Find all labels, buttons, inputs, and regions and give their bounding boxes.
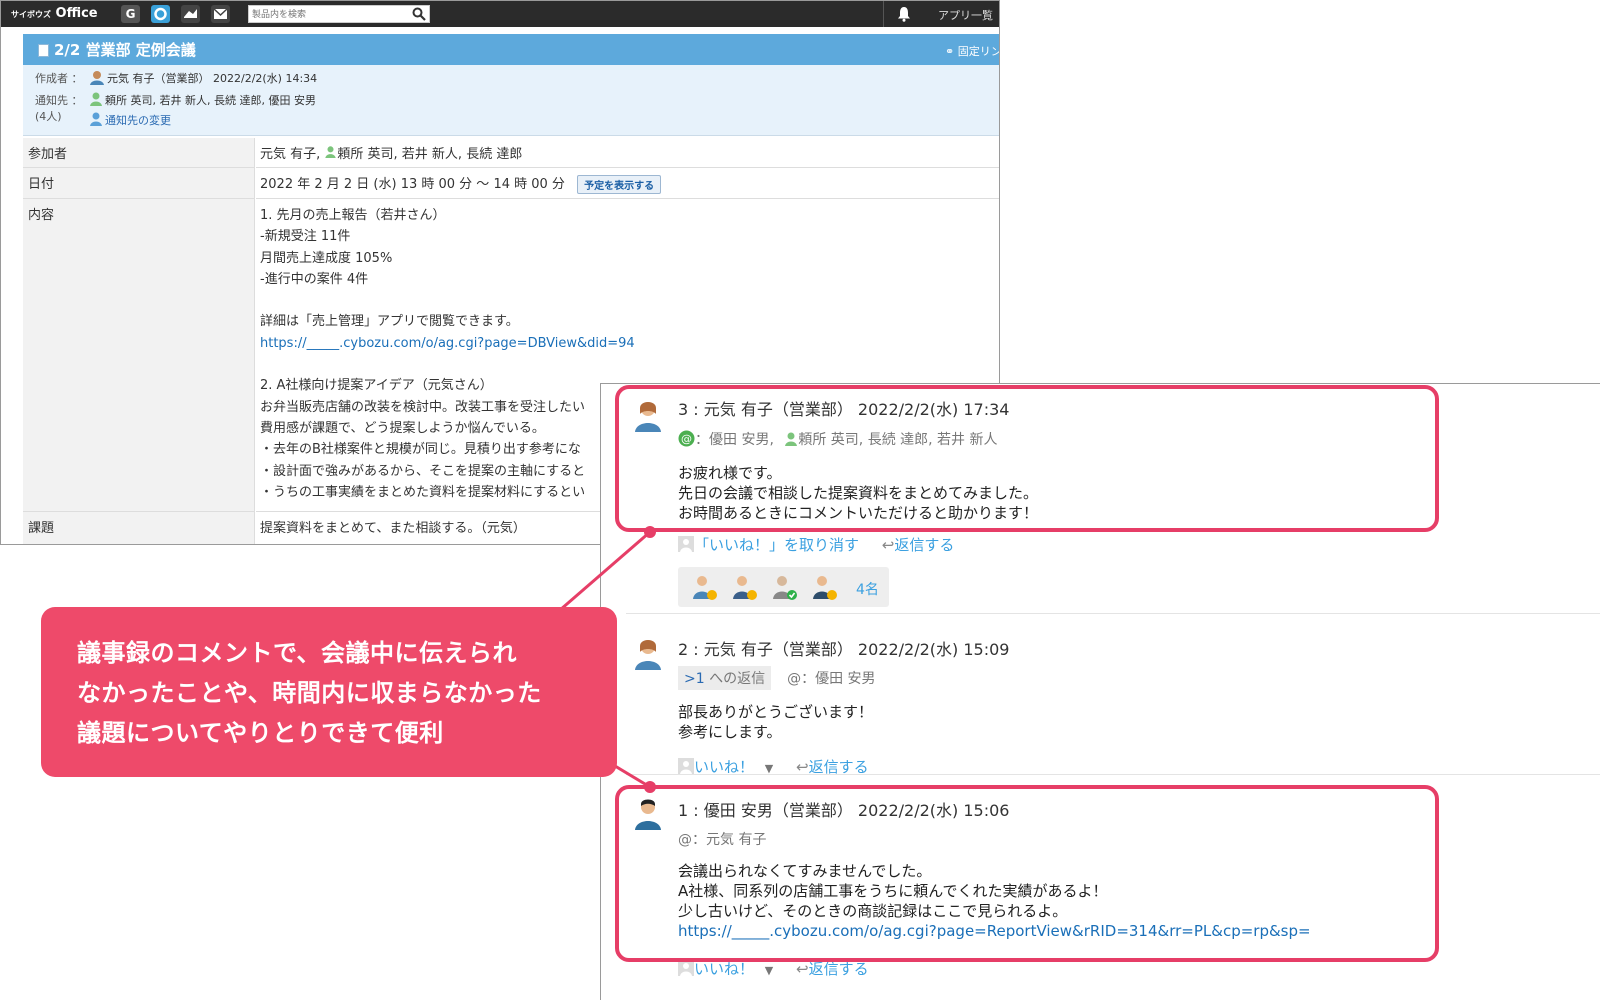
content-line: 1. 先月の売上報告（若井さん）: [260, 208, 446, 223]
fixed-link-label: 固定リンク: [957, 45, 999, 58]
user-avatar-icon: [90, 71, 104, 85]
product-search-box: [248, 5, 430, 23]
reply-icon: ↩: [796, 960, 809, 978]
liker-avatar-icon[interactable]: [810, 573, 838, 601]
author-label: 作成者 ：: [35, 72, 83, 85]
report-meta: 作成者 ： 元気 有子（営業部） 2022/2/2(水) 14:34 通知先 ：…: [23, 65, 999, 136]
comment-reply-meta: >1 への返信 @：優田 安男: [678, 666, 876, 690]
chevron-down-icon[interactable]: ▼: [765, 964, 773, 977]
participants-label: 参加者: [23, 138, 255, 168]
date-label: 日付: [23, 168, 255, 199]
user-icon: [325, 146, 337, 158]
topbar-divider: [883, 1, 884, 27]
comment-line: 参考にします。: [678, 723, 782, 741]
likers-list: 4名: [678, 567, 889, 607]
mail-icon[interactable]: [211, 5, 230, 23]
comment-separator: [626, 613, 1600, 614]
user-icon: [90, 112, 102, 126]
report-title-bar: 2/2 営業部 定例会議 ⚭ 固定リンク: [23, 34, 999, 65]
notify-count: (4人): [35, 110, 62, 123]
fixed-link[interactable]: ⚭ 固定リンク: [945, 43, 999, 59]
liker-avatar-icon[interactable]: [730, 573, 758, 601]
sales-app-link[interactable]: https://_____.cybozu.com/o/ag.cgi?page=D…: [260, 333, 997, 354]
unlike-button[interactable]: 「いいね！」を取り消す: [694, 536, 859, 554]
notify-value[interactable]: 頼所 英司, 若井 新人, 長続 達郎, 優田 安男: [105, 92, 316, 108]
highlight-comment-3: [615, 385, 1439, 532]
reply-to-label: への返信: [709, 671, 766, 687]
content-line: [260, 290, 997, 311]
notify-change-link[interactable]: 通知先の変更: [105, 112, 171, 128]
user-avatar-icon[interactable]: [633, 636, 663, 670]
comment-body: 部長ありがとうございます！ 参考にします。: [678, 702, 873, 742]
reply-to-tag[interactable]: >1 への返信: [678, 666, 772, 690]
connector-dot: [644, 781, 656, 793]
content-line: 月間売上達成度 105%: [260, 250, 393, 266]
logo-prefix: サイボウズ: [11, 10, 51, 19]
comment-line: 部長ありがとうございます！: [678, 703, 874, 721]
callout-line: 議事録のコメントで、会議中に伝えられ: [77, 639, 518, 667]
connector-dot: [644, 526, 656, 538]
reply-to-number: >1: [684, 671, 705, 687]
show-schedule-button[interactable]: 予定を表示する: [577, 175, 662, 194]
like-icon: [678, 758, 694, 774]
highlight-comment-1: [615, 785, 1439, 962]
search-icon[interactable]: [412, 7, 426, 21]
garoon-icon[interactable]: G: [121, 5, 140, 23]
bell-icon[interactable]: [897, 6, 911, 22]
office-icon[interactable]: [151, 5, 170, 23]
callout-banner: 議事録のコメントで、会議中に伝えられ なかったことや、時間内に収まらなかった 議…: [41, 607, 617, 777]
comment-actions: 「いいね！」を取り消す ↩返信する: [678, 534, 972, 555]
liker-avatar-icon[interactable]: [690, 573, 718, 601]
mention-text[interactable]: @：優田 安男: [787, 671, 875, 687]
logo-text: Office: [55, 6, 98, 21]
participants-value: 元気 有子, 頼所 英司, 若井 新人, 長続 達郎: [256, 138, 999, 168]
product-search-input[interactable]: [252, 8, 402, 21]
notify-label: 通知先 ：: [35, 94, 83, 107]
content-line: -新規受注 11件: [260, 229, 351, 245]
user-icon: [90, 92, 102, 106]
content-label: 内容: [23, 199, 255, 512]
document-icon: [38, 44, 49, 57]
cybozu-office-logo[interactable]: サイボウズ Office: [11, 6, 98, 21]
author-value[interactable]: 元気 有子（営業部） 2022/2/2(水) 14:34: [107, 70, 317, 86]
likers-count[interactable]: 4名: [856, 579, 879, 599]
reply-button[interactable]: 返信する: [894, 536, 954, 554]
content-line: 詳細は「売上管理」アプリで閲覧できます。: [260, 314, 519, 330]
content-line: -進行中の案件 4件: [260, 271, 369, 287]
top-navigation-bar: サイボウズ Office G アプリ一覧: [1, 1, 999, 27]
like-icon: [678, 536, 694, 552]
participant-a[interactable]: 元気 有子,: [260, 147, 320, 162]
app-list-link[interactable]: アプリ一覧: [938, 7, 993, 23]
comment-separator: [626, 774, 1600, 775]
date-value: 2022 年 2 月 2 日 (水) 13 時 00 分 〜 14 時 00 分: [260, 177, 565, 192]
like-icon: [678, 960, 694, 976]
like-button[interactable]: いいね！: [694, 960, 754, 978]
participant-b[interactable]: 頼所 英司, 若井 新人, 長続 達郎: [337, 147, 522, 162]
reply-button[interactable]: 返信する: [809, 960, 869, 978]
date-value-row: 2022 年 2 月 2 日 (水) 13 時 00 分 〜 14 時 00 分…: [256, 168, 999, 199]
liker-avatar-icon[interactable]: [770, 573, 798, 601]
reply-icon: ↩: [881, 536, 895, 554]
link-icon: ⚭: [945, 45, 955, 58]
comment-header: 2 : 元気 有子（営業部） 2022/2/2(水) 15:09: [678, 640, 1010, 659]
report-title: 2/2 営業部 定例会議: [54, 41, 196, 59]
callout-line: なかったことや、時間内に収まらなかった: [77, 679, 542, 707]
issue-label: 課題: [23, 512, 255, 544]
callout-line: 議題についてやりとりできて便利: [77, 719, 444, 747]
mailwise-icon[interactable]: [181, 5, 200, 23]
content-line: [260, 354, 997, 375]
